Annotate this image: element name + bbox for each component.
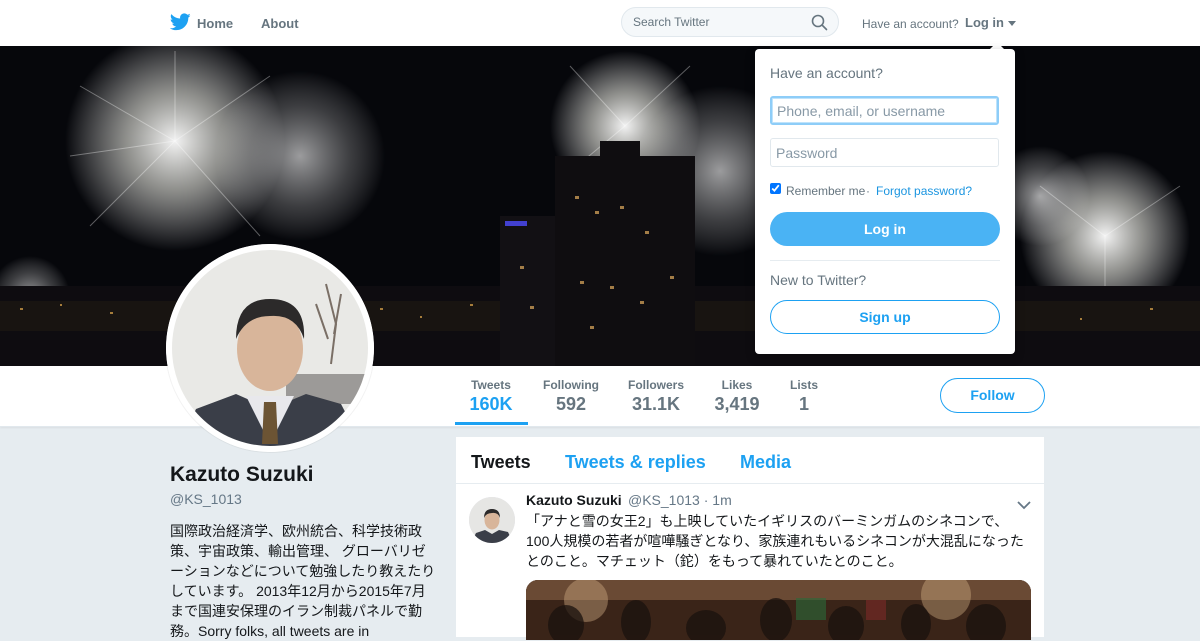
tweet-media-image[interactable] xyxy=(526,580,1031,640)
tab-tweets[interactable]: Tweets xyxy=(471,452,531,473)
profile-bio: 国際政治経済学、欧州統合、科学技術政策、宇宙政策、輸出管理、 グローバリゼーショ… xyxy=(170,523,436,639)
nav-home-link[interactable]: Home xyxy=(197,16,233,31)
tweet-author-handle[interactable]: @KS_1013 xyxy=(628,492,700,508)
stat-value: 1 xyxy=(798,394,809,414)
login-button[interactable]: Log in xyxy=(770,212,1000,246)
username-field[interactable] xyxy=(770,96,999,125)
profile-avatar[interactable] xyxy=(166,244,374,452)
caret-down-icon[interactable] xyxy=(1008,21,1016,26)
stat-label: Likes xyxy=(721,378,753,392)
tweet-author-name[interactable]: Kazuto Suzuki xyxy=(526,492,622,508)
link-separator: · xyxy=(866,184,870,198)
stat-label: Following xyxy=(543,378,599,392)
stat-likes[interactable]: Likes 3,419 xyxy=(708,378,766,415)
active-stat-indicator xyxy=(455,422,528,425)
tweet-meta: @KS_1013 · 1m xyxy=(628,492,732,508)
login-menu-toggle[interactable]: Log in xyxy=(965,15,1004,30)
twitter-bird-icon[interactable] xyxy=(169,13,191,36)
remember-me-checkbox[interactable] xyxy=(770,183,781,194)
password-field[interactable] xyxy=(770,138,999,167)
stat-value: 31.1K xyxy=(631,394,681,414)
stat-following[interactable]: Following 592 xyxy=(538,378,604,415)
stat-label: Followers xyxy=(627,378,684,392)
stat-tweets[interactable]: Tweets 160K xyxy=(462,378,520,415)
search-input[interactable] xyxy=(633,15,803,29)
tab-media[interactable]: Media xyxy=(740,452,791,473)
signup-button[interactable]: Sign up xyxy=(770,300,1000,334)
new-to-twitter-text: New to Twitter? xyxy=(770,272,867,288)
have-account-text: Have an account? xyxy=(862,17,959,31)
search-box[interactable] xyxy=(621,7,839,37)
follow-button[interactable]: Follow xyxy=(940,378,1045,413)
profile-name: Kazuto Suzuki xyxy=(170,463,314,486)
divider xyxy=(770,260,1000,261)
tweet-avatar[interactable] xyxy=(469,497,515,543)
tab-tweets-replies[interactable]: Tweets & replies xyxy=(565,452,706,473)
profile-handle: @KS_1013 xyxy=(170,491,242,507)
stat-label: Lists xyxy=(789,378,818,392)
tweet-timestamp[interactable]: 1m xyxy=(712,492,731,508)
dropdown-title: Have an account? xyxy=(770,65,883,81)
search-icon[interactable] xyxy=(811,14,828,36)
stat-label: Tweets xyxy=(471,378,511,392)
forgot-password-link[interactable]: Forgot password? xyxy=(876,184,972,198)
tweet-text: 「アナと雪の女王2」も上映していたイギリスのバーミンガムのシネコンで、100人規… xyxy=(526,513,1024,569)
stat-value: 160K xyxy=(469,394,513,414)
stat-value: 592 xyxy=(555,394,587,414)
remember-me-label[interactable]: Remember me xyxy=(786,184,865,198)
tweet-meta-separator: · xyxy=(703,492,709,508)
stat-followers[interactable]: Followers 31.1K xyxy=(622,378,690,415)
stat-lists[interactable]: Lists 1 xyxy=(782,378,826,415)
nav-about-link[interactable]: About xyxy=(261,16,299,31)
stat-value: 3,419 xyxy=(714,394,760,414)
